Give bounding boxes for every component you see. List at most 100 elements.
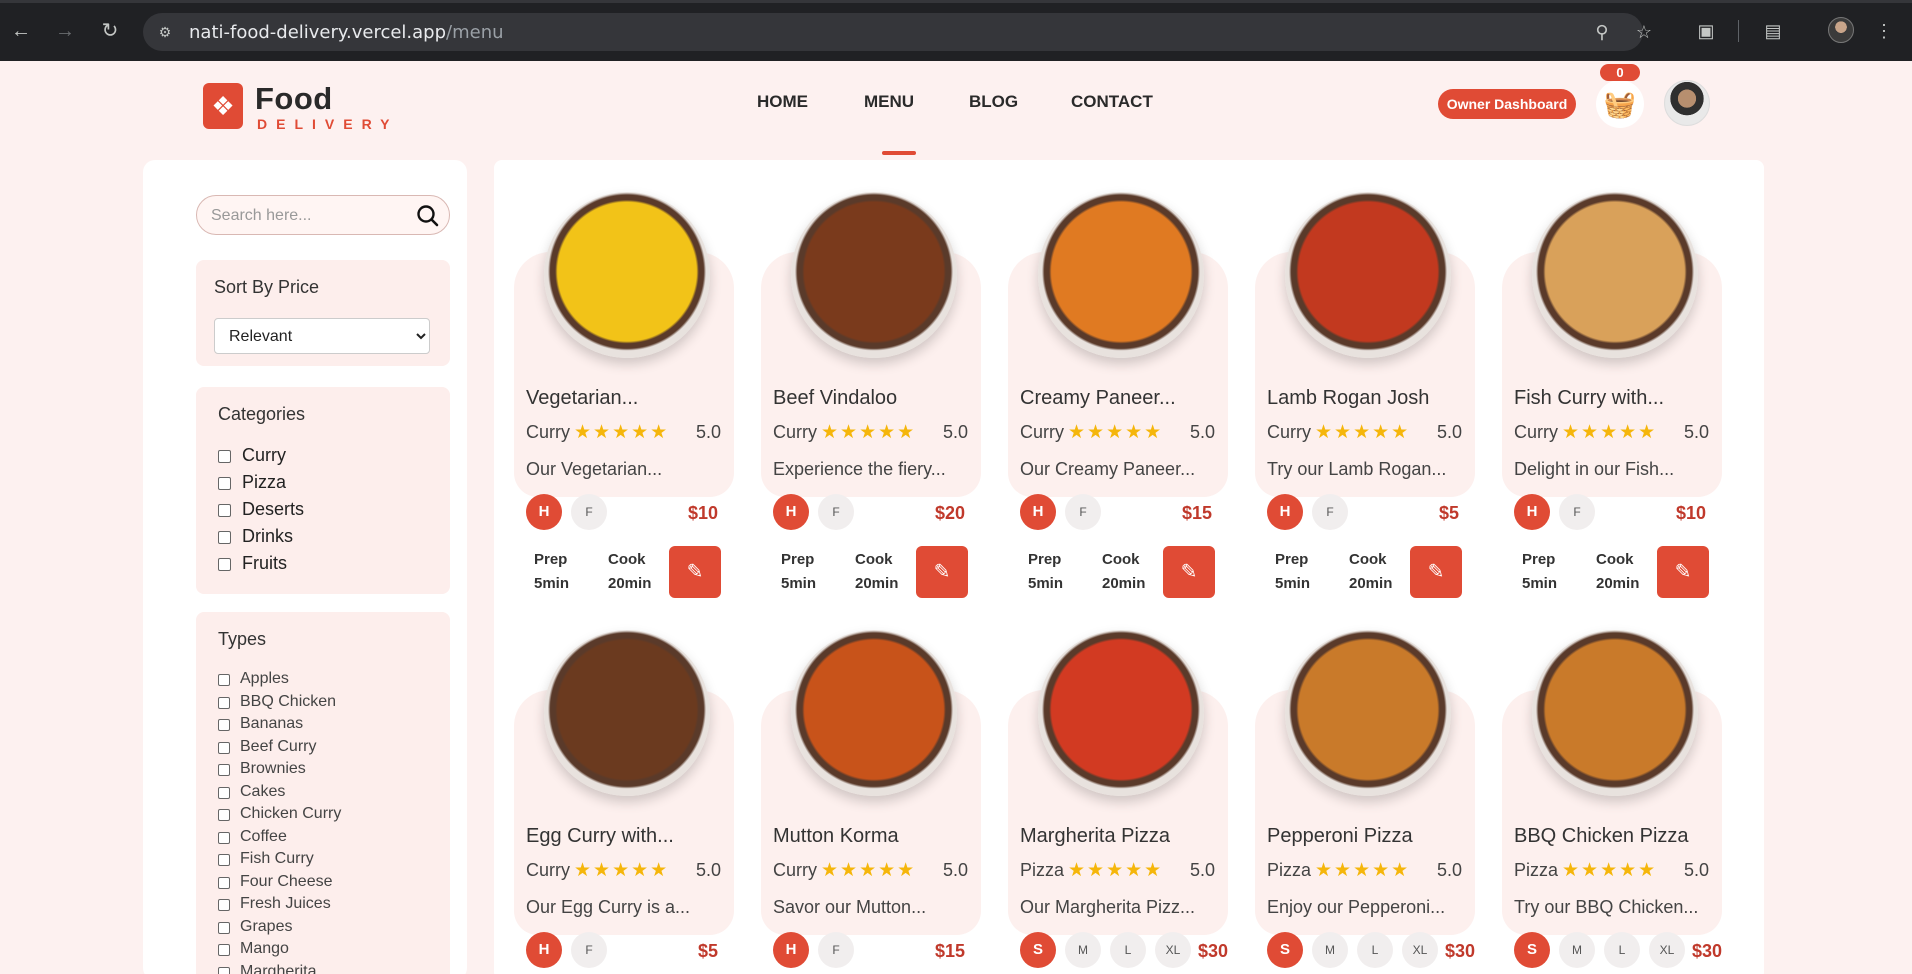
food-name[interactable]: Egg Curry with... [526, 825, 674, 848]
type-checkbox[interactable] [218, 831, 230, 844]
type-checkbox[interactable] [218, 696, 230, 709]
type-checkbox[interactable] [218, 899, 230, 911]
type-checkbox[interactable] [218, 764, 230, 776]
browser-menu-icon[interactable]: ⋮ [1872, 19, 1896, 43]
menu-card[interactable]: BBQ Chicken Pizza Pizza ★★★★★ 5.0 Try our BB… [1502, 610, 1722, 968]
type-checkbox[interactable] [218, 719, 230, 731]
size-option[interactable]: S [1514, 932, 1550, 968]
size-option[interactable]: M [1065, 932, 1101, 968]
food-name[interactable]: Pepperoni Pizza [1267, 825, 1413, 848]
add-to-cart-button[interactable]: ✎ [1657, 546, 1709, 598]
food-name[interactable]: Mutton Korma [773, 825, 899, 848]
size-option[interactable]: F [1312, 494, 1348, 530]
add-to-cart-button[interactable]: ✎ [669, 546, 721, 598]
size-option[interactable]: M [1559, 932, 1595, 968]
menu-card[interactable]: Fish Curry with... Curry ★★★★★ 5.0 Delight i… [1502, 172, 1722, 598]
cart-button[interactable]: 🧺 [1596, 80, 1644, 128]
sort-select[interactable]: Relevant [214, 318, 430, 354]
user-avatar[interactable] [1664, 80, 1710, 126]
category-checkbox[interactable] [218, 504, 231, 517]
food-name[interactable]: Vegetarian... [526, 387, 638, 410]
food-image[interactable] [791, 192, 957, 358]
food-image[interactable] [1532, 630, 1698, 796]
site-logo[interactable]: ❖ Food DELIVERY [203, 81, 403, 133]
size-option[interactable]: L [1604, 932, 1640, 968]
size-option[interactable]: F [818, 494, 854, 530]
add-to-cart-button[interactable]: ✎ [916, 546, 968, 598]
size-option[interactable]: H [526, 932, 562, 968]
nav-contact[interactable]: CONTACT [1071, 92, 1153, 112]
nav-home[interactable]: HOME [757, 92, 808, 112]
food-name[interactable]: Fish Curry with... [1514, 387, 1664, 410]
type-checkbox[interactable] [218, 966, 230, 974]
food-image[interactable] [544, 630, 710, 796]
address-bar[interactable]: ⚙ nati-food-delivery.vercel.app/menu ⚲ ☆ [143, 13, 1652, 51]
food-name[interactable]: Creamy Paneer... [1020, 387, 1176, 410]
forward-icon[interactable]: → [51, 17, 79, 45]
type-checkbox[interactable] [218, 786, 230, 799]
category-checkbox[interactable] [218, 477, 231, 490]
size-option[interactable]: F [571, 494, 607, 530]
type-checkbox[interactable] [218, 921, 230, 934]
menu-card[interactable]: Pepperoni Pizza Pizza ★★★★★ 5.0 Enjoy our Pe… [1255, 610, 1475, 968]
type-checkbox[interactable] [218, 674, 230, 686]
size-option[interactable]: XL [1649, 932, 1685, 968]
food-name[interactable]: Lamb Rogan Josh [1267, 387, 1429, 410]
menu-card[interactable]: Egg Curry with... Curry ★★★★★ 5.0 Our Egg Cu… [514, 610, 734, 968]
search-input[interactable] [211, 204, 401, 228]
type-checkbox[interactable] [218, 944, 230, 956]
size-option[interactable]: H [1267, 494, 1303, 530]
type-checkbox[interactable] [218, 876, 230, 889]
food-name[interactable]: Beef Vindaloo [773, 387, 897, 410]
type-checkbox[interactable] [218, 809, 230, 821]
back-icon[interactable]: ← [7, 17, 35, 45]
size-option[interactable]: F [1559, 494, 1595, 530]
size-option[interactable]: H [1514, 494, 1550, 530]
food-name[interactable]: Margherita Pizza [1020, 825, 1170, 848]
size-option[interactable]: L [1357, 932, 1393, 968]
size-option[interactable]: H [773, 932, 809, 968]
menu-card[interactable]: Lamb Rogan Josh Curry ★★★★★ 5.0 Try our Lamb… [1255, 172, 1475, 598]
menu-card[interactable]: Vegetarian... Curry ★★★★★ 5.0 Our Vegetarian… [514, 172, 734, 598]
food-image[interactable] [1285, 192, 1451, 358]
food-name[interactable]: BBQ Chicken Pizza [1514, 825, 1689, 848]
nav-menu[interactable]: MENU [864, 92, 914, 112]
add-to-cart-button[interactable]: ✎ [1163, 546, 1215, 598]
zoom-icon[interactable]: ⚲ [1591, 21, 1613, 43]
food-image[interactable] [1038, 192, 1204, 358]
size-option[interactable]: S [1020, 932, 1056, 968]
nav-blog[interactable]: BLOG [969, 92, 1018, 112]
size-option[interactable]: H [1020, 494, 1056, 530]
menu-card[interactable]: Creamy Paneer... Curry ★★★★★ 5.0 Our Creamy … [1008, 172, 1228, 598]
food-image[interactable] [1532, 192, 1698, 358]
add-to-cart-button[interactable]: ✎ [1410, 546, 1462, 598]
size-option[interactable]: H [773, 494, 809, 530]
category-checkbox[interactable] [218, 531, 231, 544]
url-text[interactable]: nati-food-delivery.vercel.app/menu [189, 22, 504, 43]
owner-dashboard-button[interactable]: Owner Dashboard [1438, 89, 1576, 119]
bookmark-star-icon[interactable]: ☆ [1633, 21, 1655, 43]
size-option[interactable]: L [1110, 932, 1146, 968]
menu-card[interactable]: Beef Vindaloo Curry ★★★★★ 5.0 Experience the… [761, 172, 981, 598]
extensions-icon[interactable]: ▣ [1694, 19, 1718, 43]
size-option[interactable]: F [818, 932, 854, 968]
category-checkbox[interactable] [218, 450, 231, 463]
size-option[interactable]: M [1312, 932, 1348, 968]
search-icon[interactable] [415, 203, 441, 229]
food-image[interactable] [791, 630, 957, 796]
size-option[interactable]: XL [1155, 932, 1191, 968]
food-image[interactable] [544, 192, 710, 358]
reading-list-icon[interactable]: ▤ [1761, 19, 1785, 43]
size-option[interactable]: XL [1402, 932, 1438, 968]
site-info-icon[interactable]: ⚙ [155, 22, 175, 42]
menu-card[interactable]: Mutton Korma Curry ★★★★★ 5.0 Savor our Mutto… [761, 610, 981, 968]
category-checkbox[interactable] [218, 558, 231, 571]
size-option[interactable]: S [1267, 932, 1303, 968]
type-checkbox[interactable] [218, 741, 230, 754]
size-option[interactable]: F [1065, 494, 1101, 530]
food-image[interactable] [1285, 630, 1451, 796]
type-checkbox[interactable] [218, 854, 230, 866]
food-image[interactable] [1038, 630, 1204, 796]
reload-icon[interactable]: ↻ [96, 17, 124, 45]
menu-card[interactable]: Margherita Pizza Pizza ★★★★★ 5.0 Our Margher… [1008, 610, 1228, 968]
